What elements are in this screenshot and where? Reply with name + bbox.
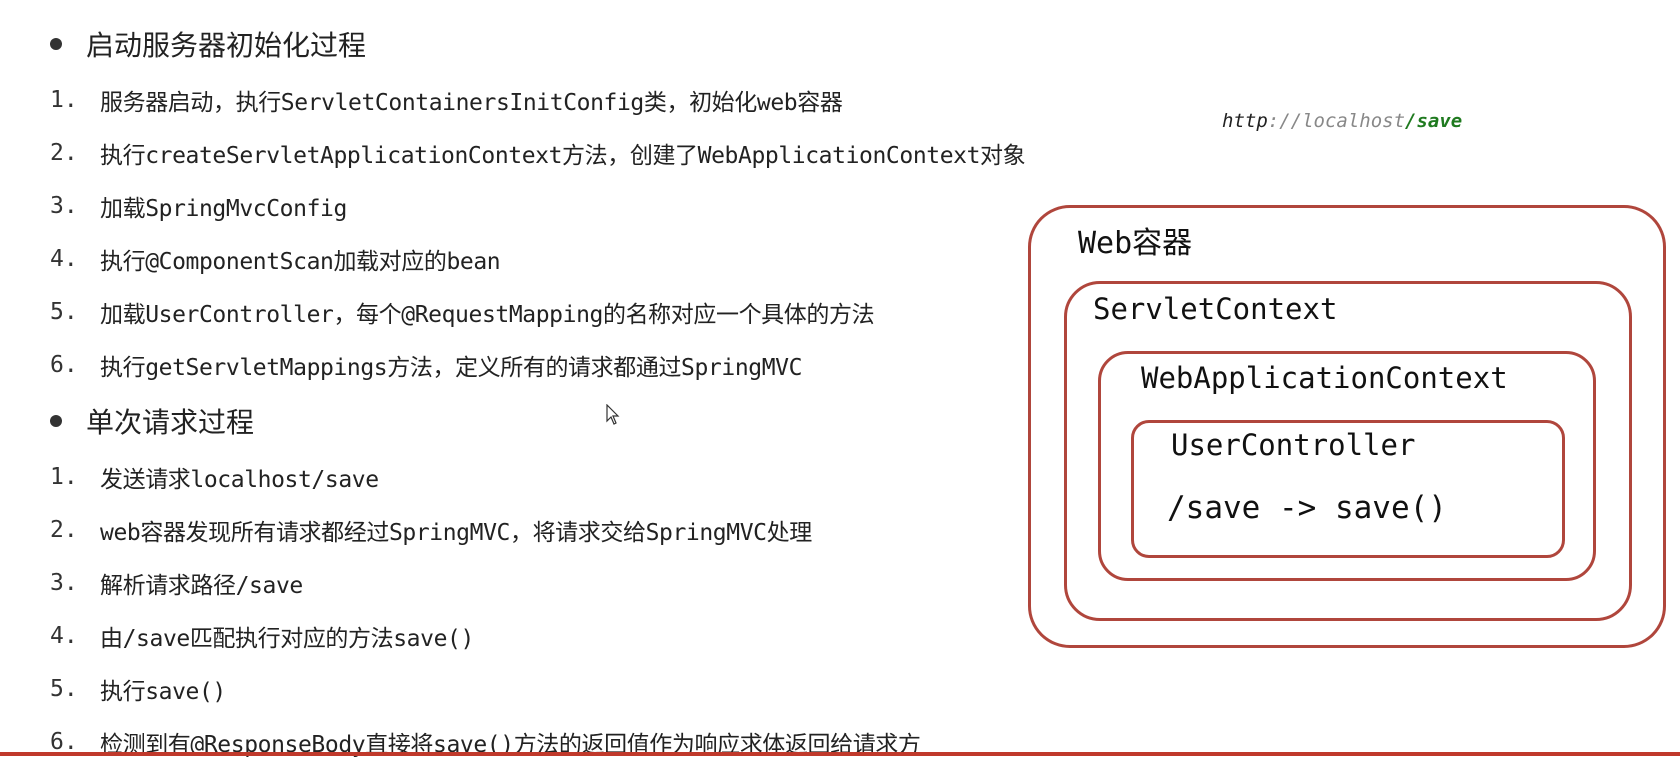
step-number: 3. [50,192,78,219]
step-text: 执行createServletApplicationContext方法，创建了W… [100,142,1026,169]
step-text: 执行getServletMappings方法，定义所有的请求都通过SpringM… [100,354,803,381]
step-number: 5. [50,298,78,325]
step-number: 2. [50,139,78,166]
web-container-label: Web容器 [1078,226,1193,261]
section-startup-header: 启动服务器初始化过程 [50,24,366,64]
step-text: web容器发现所有请求都经过SpringMVC，将请求交给SpringMVC处理 [100,519,812,546]
list-item: 5. 加载UserController，每个@RequestMapping的名称… [50,285,1025,338]
step-text: 执行@ComponentScan加载对应的bean [100,248,501,275]
save-mapping-label: /save -> save() [1167,490,1447,526]
servlet-context-label: ServletContext [1093,292,1338,326]
step-number: 4. [50,622,78,649]
url-separator: :// [1267,110,1303,132]
request-steps-list: 1. 发送请求localhost/save 2. web容器发现所有请求都经过S… [50,450,921,768]
list-item: 4. 由/save匹配执行对应的方法save() [50,609,921,662]
step-text: 执行save() [100,678,226,705]
url-path: /save [1405,110,1463,132]
web-application-context-label: WebApplicationContext [1141,361,1508,395]
startup-steps-list: 1. 服务器启动，执行ServletContainersInitConfig类，… [50,73,1026,391]
list-item: 1. 服务器启动，执行ServletContainersInitConfig类，… [50,73,1025,126]
step-number: 1. [50,463,78,490]
step-number: 3. [50,569,78,596]
section-request-header: 单次请求过程 [50,401,254,441]
url-host: localhost [1302,110,1406,132]
step-number: 6. [50,351,78,378]
step-number: 4. [50,245,78,272]
step-text: 加载SpringMvcConfig [100,195,347,222]
list-item: 4. 执行@ComponentScan加载对应的bean [50,232,1025,285]
step-number: 5. [50,675,78,702]
request-url: http://localhost/save [1222,110,1462,132]
bullet-icon [50,415,62,427]
step-number: 6. [50,728,78,755]
list-item: 2. 执行createServletApplicationContext方法，创… [50,126,1026,179]
section-startup-title: 启动服务器初始化过程 [86,29,367,62]
step-text: 服务器启动，执行ServletContainersInitConfig类，初始化… [100,89,843,116]
step-text: 解析请求路径/save [100,572,303,599]
step-number: 2. [50,516,78,543]
bottom-divider [0,752,1680,756]
section-request-title: 单次请求过程 [86,406,255,439]
list-item: 1. 发送请求localhost/save [50,450,921,503]
section-request: 单次请求过程 [50,401,254,441]
list-item: 5. 执行save() [50,662,921,715]
list-item: 6. 执行getServletMappings方法，定义所有的请求都通过Spri… [50,338,1025,391]
step-text: 由/save匹配执行对应的方法save() [100,625,474,652]
step-number: 1. [50,86,78,113]
bullet-icon [50,38,62,50]
mouse-cursor-icon [606,404,620,425]
step-text: 发送请求localhost/save [100,466,379,493]
url-scheme: http [1222,110,1268,132]
list-item: 2. web容器发现所有请求都经过SpringMVC，将请求交给SpringMV… [50,503,921,556]
section-startup: 启动服务器初始化过程 [50,24,366,64]
list-item: 3. 解析请求路径/save [50,556,921,609]
step-text: 加载UserController，每个@RequestMapping的名称对应一… [100,301,875,328]
user-controller-label: UserController [1171,428,1416,462]
list-item: 6. 检测到有@ResponseBody直接将save()方法的返回值作为响应求… [50,715,921,768]
list-item: 3. 加载SpringMvcConfig [50,179,1025,232]
